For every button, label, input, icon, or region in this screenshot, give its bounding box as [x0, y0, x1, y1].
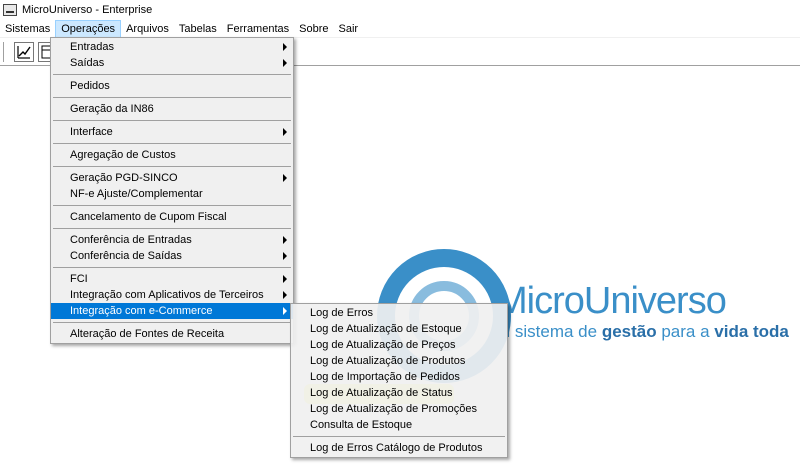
menu-item-fci[interactable]: FCI — [51, 271, 293, 287]
menu-item-label: NF-e Ajuste/Complementar — [70, 188, 203, 200]
menu-item-label: Log de Atualização de Promoções — [310, 403, 477, 415]
menu-item-entradas[interactable]: Entradas — [51, 39, 293, 55]
menu-item-label: Log de Atualização de Preços — [310, 339, 456, 351]
chart-icon — [17, 46, 31, 59]
submenu-item-log-importacao[interactable]: Log de Importação de Pedidos — [291, 369, 507, 385]
menu-item-label: Geração PGD-SINCO — [70, 172, 178, 184]
menu-item-alteracao-fontes[interactable]: Alteração de Fontes de Receita — [51, 326, 293, 342]
menu-item-pedidos[interactable]: Pedidos — [51, 78, 293, 94]
submenu-item-log-produtos[interactable]: Log de Atualização de Produtos — [291, 353, 507, 369]
submenu-item-log-precos[interactable]: Log de Atualização de Preços — [291, 337, 507, 353]
menu-item-label: Geração da IN86 — [70, 103, 154, 115]
menu-item-label: Conferência de Saídas — [70, 250, 182, 262]
menu-item-label: Agregação de Custos — [70, 149, 176, 161]
operacoes-dropdown: Entradas Saídas Pedidos Geração da IN86 … — [50, 37, 294, 344]
menu-separator — [51, 117, 293, 124]
menu-item-label: Log de Erros Catálogo de Produtos — [310, 442, 483, 454]
menu-item-label: Consulta de Estoque — [310, 419, 413, 431]
tagline-bold: vida toda — [714, 322, 789, 341]
menu-sair[interactable]: Sair — [334, 20, 364, 38]
menu-item-saidas[interactable]: Saídas — [51, 55, 293, 71]
menu-separator — [51, 140, 293, 147]
submenu-arrow-icon — [283, 236, 287, 244]
ecommerce-submenu: Log de Erros Log de Atualização de Estoq… — [290, 303, 508, 458]
menu-item-label: Saídas — [70, 57, 105, 69]
menu-separator — [51, 264, 293, 271]
menu-separator — [51, 202, 293, 209]
menu-item-integracao-ecommerce[interactable]: Integração com e-Commerce — [51, 303, 293, 319]
submenu-arrow-icon — [283, 59, 287, 67]
menu-item-agregacao-custos[interactable]: Agregação de Custos — [51, 147, 293, 163]
menu-separator — [51, 319, 293, 326]
menu-item-label: Pedidos — [70, 80, 110, 92]
menu-separator — [51, 225, 293, 232]
menu-item-label: Log de Atualização de Produtos — [310, 355, 466, 367]
tagline-bold: gestão — [601, 322, 657, 341]
menu-ferramentas[interactable]: Ferramentas — [222, 20, 294, 38]
menu-item-interface[interactable]: Interface — [51, 124, 293, 140]
menu-item-label: Integração com Aplicativos de Terceiros — [70, 289, 264, 301]
submenu-item-consulta-estoque[interactable]: Consulta de Estoque — [291, 417, 507, 433]
menu-operacoes[interactable]: Operações — [55, 19, 122, 38]
menu-separator — [51, 94, 293, 101]
menu-separator — [51, 163, 293, 170]
submenu-item-log-promocoes[interactable]: Log de Atualização de Promoções — [291, 401, 507, 417]
menu-item-nfe-ajuste[interactable]: NF-e Ajuste/Complementar — [51, 186, 293, 202]
menu-separator — [291, 433, 507, 440]
menu-item-label: Alteração de Fontes de Receita — [70, 328, 225, 340]
menu-item-label: Interface — [70, 126, 113, 138]
submenu-arrow-icon — [283, 252, 287, 260]
menu-item-label: Conferência de Entradas — [70, 234, 192, 246]
menu-item-label: FCI — [70, 273, 88, 285]
tagline-part: para a — [656, 322, 715, 341]
submenu-item-log-catalogo[interactable]: Log de Erros Catálogo de Produtos — [291, 440, 507, 456]
menu-item-label: Log de Atualização de Estoque — [310, 323, 462, 335]
menu-sistemas[interactable]: Sistemas — [0, 20, 55, 38]
menu-sobre[interactable]: Sobre — [294, 20, 333, 38]
menu-item-geracao-in86[interactable]: Geração da IN86 — [51, 101, 293, 117]
logo-name: MicroUniverso — [496, 280, 727, 322]
menu-arquivos[interactable]: Arquivos — [121, 20, 174, 38]
menu-item-conferencia-saidas[interactable]: Conferência de Saídas — [51, 248, 293, 264]
menu-tabelas[interactable]: Tabelas — [174, 20, 222, 38]
menu-item-label: Integração com e-Commerce — [70, 305, 213, 317]
submenu-arrow-icon — [283, 128, 287, 136]
window-title: MicroUniverso - Enterprise — [22, 4, 153, 16]
menu-item-label: Log de Erros — [310, 307, 373, 319]
submenu-arrow-icon — [283, 307, 287, 315]
toolbar-grip[interactable] — [3, 42, 5, 62]
tagline-part: m sistema de — [496, 322, 602, 341]
submenu-arrow-icon — [283, 43, 287, 51]
menu-separator — [51, 71, 293, 78]
menu-item-conferencia-entradas[interactable]: Conferência de Entradas — [51, 232, 293, 248]
submenu-item-log-status[interactable]: Log de Atualização de Status — [291, 385, 507, 401]
submenu-item-log-erros[interactable]: Log de Erros — [291, 305, 507, 321]
menu-item-label: Log de Atualização de Status — [310, 387, 453, 399]
submenu-arrow-icon — [283, 275, 287, 283]
menu-item-label: Entradas — [70, 41, 115, 53]
submenu-arrow-icon — [283, 174, 287, 182]
chart-tool-button[interactable] — [14, 42, 34, 62]
submenu-item-log-estoque[interactable]: Log de Atualização de Estoque — [291, 321, 507, 337]
menu-item-label: Cancelamento de Cupom Fiscal — [70, 211, 227, 223]
logo-tagline: m sistema de gestão para a vida toda — [496, 322, 789, 342]
title-bar: MicroUniverso - Enterprise — [0, 0, 800, 20]
submenu-arrow-icon — [283, 291, 287, 299]
menu-item-geracao-pgd[interactable]: Geração PGD-SINCO — [51, 170, 293, 186]
menu-item-label: Log de Importação de Pedidos — [310, 371, 460, 383]
menu-item-integracao-aplicativos[interactable]: Integração com Aplicativos de Terceiros — [51, 287, 293, 303]
menu-bar: Sistemas Operações Arquivos Tabelas Ferr… — [0, 19, 800, 38]
menu-item-cancelamento-cupom[interactable]: Cancelamento de Cupom Fiscal — [51, 209, 293, 225]
app-icon — [3, 4, 17, 16]
